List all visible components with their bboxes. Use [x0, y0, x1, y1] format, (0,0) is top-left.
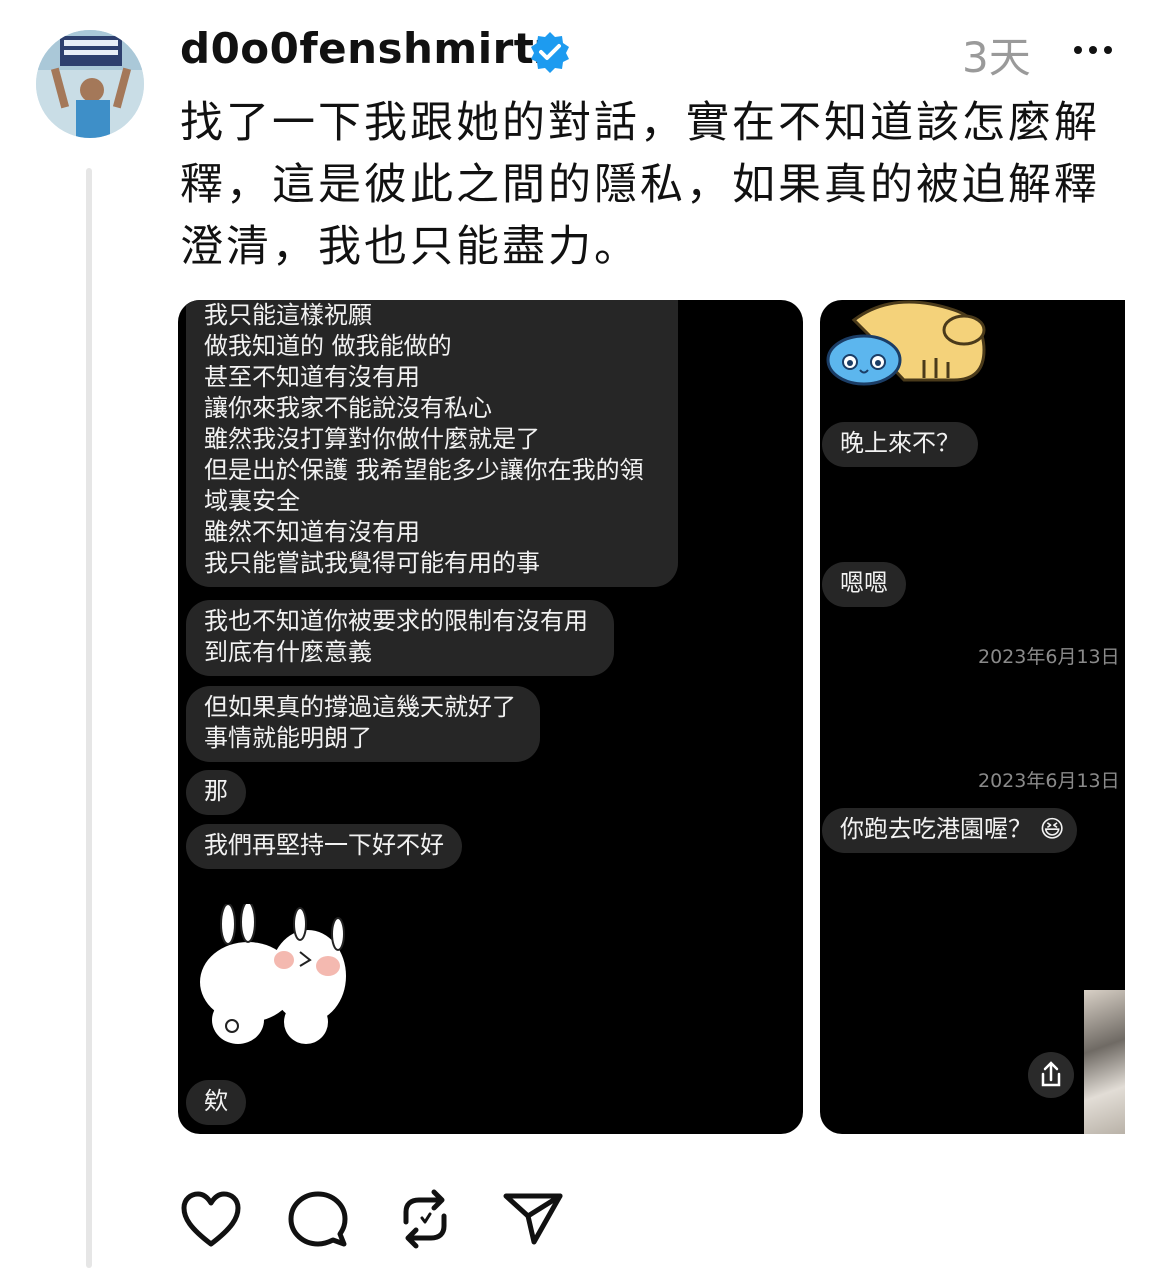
- chat-bubble: 我們再堅持一下好不好: [186, 824, 462, 869]
- bubble-line: 做我知道的 做我能做的: [204, 332, 452, 360]
- comment-icon[interactable]: [288, 1190, 348, 1250]
- verified-badge-icon: [531, 32, 569, 73]
- send-icon[interactable]: [502, 1190, 564, 1246]
- dog-and-cat-sticker: [826, 300, 986, 386]
- bubble-text: 你跑去吃港園喔？: [840, 815, 1032, 843]
- grinning-squint-emoji: 😆: [1039, 815, 1065, 843]
- post-text-line: 找了一下我跟她的對話，實在不知道該怎麼解: [180, 98, 1100, 148]
- chat-date: 2023年6月13日: [978, 646, 1120, 668]
- bubble-line: 雖然不知道有沒有用: [204, 518, 420, 546]
- image-thumbnail[interactable]: [1084, 990, 1125, 1134]
- username[interactable]: d0o0fenshmirtz: [180, 24, 559, 73]
- bubble-line: 我只能嘗試我覺得可能有用的事: [204, 549, 540, 577]
- chat-date: 2023年6月13日: [978, 770, 1120, 792]
- bubble-line: 我只能這樣祝願: [204, 301, 372, 329]
- bubble-line: 到底有什麼意義: [204, 638, 372, 666]
- chat-bubble: 晚上來不？: [822, 422, 978, 467]
- thread-line: [86, 168, 92, 1268]
- chat-bubble: 那: [186, 770, 246, 815]
- bubble-line: 讓你來我家不能說沒有私心: [204, 394, 492, 422]
- bubble-line: 欸: [204, 1087, 228, 1115]
- heart-icon[interactable]: [180, 1190, 242, 1250]
- more-options-icon[interactable]: [1070, 30, 1116, 70]
- bubble-line: 雖然我沒打算對你做什麼就是了: [204, 425, 540, 453]
- bubble-line: 事情就能明朗了: [204, 724, 372, 752]
- chat-bubble: 欸: [186, 1080, 246, 1125]
- share-button[interactable]: [1028, 1052, 1074, 1098]
- post-text: 找了一下我跟她的對話，實在不知道該怎麼解 釋，這是彼此之間的隱私，如果真的被迫解…: [180, 92, 1110, 278]
- chat-bubble: 我只能這樣祝願 做我知道的 做我能做的 甚至不知道有沒有用 讓你來我家不能說沒有…: [186, 300, 678, 587]
- bubble-line: 那: [204, 777, 228, 805]
- post-text-line: 澄清，我也只能盡力。: [180, 222, 640, 272]
- chat-screenshot-1[interactable]: 我只能這樣祝願 做我知道的 做我能做的 甚至不知道有沒有用 讓你來我家不能說沒有…: [178, 300, 803, 1134]
- post-time: 3天: [962, 33, 1031, 82]
- share-icon: [1041, 1061, 1061, 1087]
- chat-bubble: 但如果真的撐過這幾天就好了 事情就能明朗了: [186, 686, 540, 762]
- bubble-line: 甚至不知道有沒有用: [204, 363, 420, 391]
- bubble-line: 域裏安全: [204, 487, 300, 515]
- bubble-line: 但如果真的撐過這幾天就好了: [204, 693, 516, 721]
- chat-bubble: 我也不知道你被要求的限制有沒有用 到底有什麼意義: [186, 600, 614, 676]
- post-text-line: 釋，這是彼此之間的隱私，如果真的被迫解釋: [180, 160, 1100, 210]
- hugging-rabbits-sticker: [200, 904, 346, 1044]
- avatar[interactable]: [36, 30, 144, 138]
- avatar-image: [36, 30, 144, 138]
- bubble-line: 我們再堅持一下好不好: [204, 831, 444, 859]
- bubble-line: 但是出於保護 我希望能多少讓你在我的領: [204, 456, 644, 484]
- chat-bubble: 你跑去吃港園喔？ 😆: [822, 808, 1077, 853]
- repost-icon[interactable]: [396, 1188, 454, 1250]
- chat-screenshot-2[interactable]: 晚上來不？ 嗯嗯 2023年6月13日 2023年6月13日 你跑去吃港園喔？ …: [820, 300, 1125, 1134]
- chat-bubble: 嗯嗯: [822, 562, 906, 607]
- bubble-line: 我也不知道你被要求的限制有沒有用: [204, 607, 588, 635]
